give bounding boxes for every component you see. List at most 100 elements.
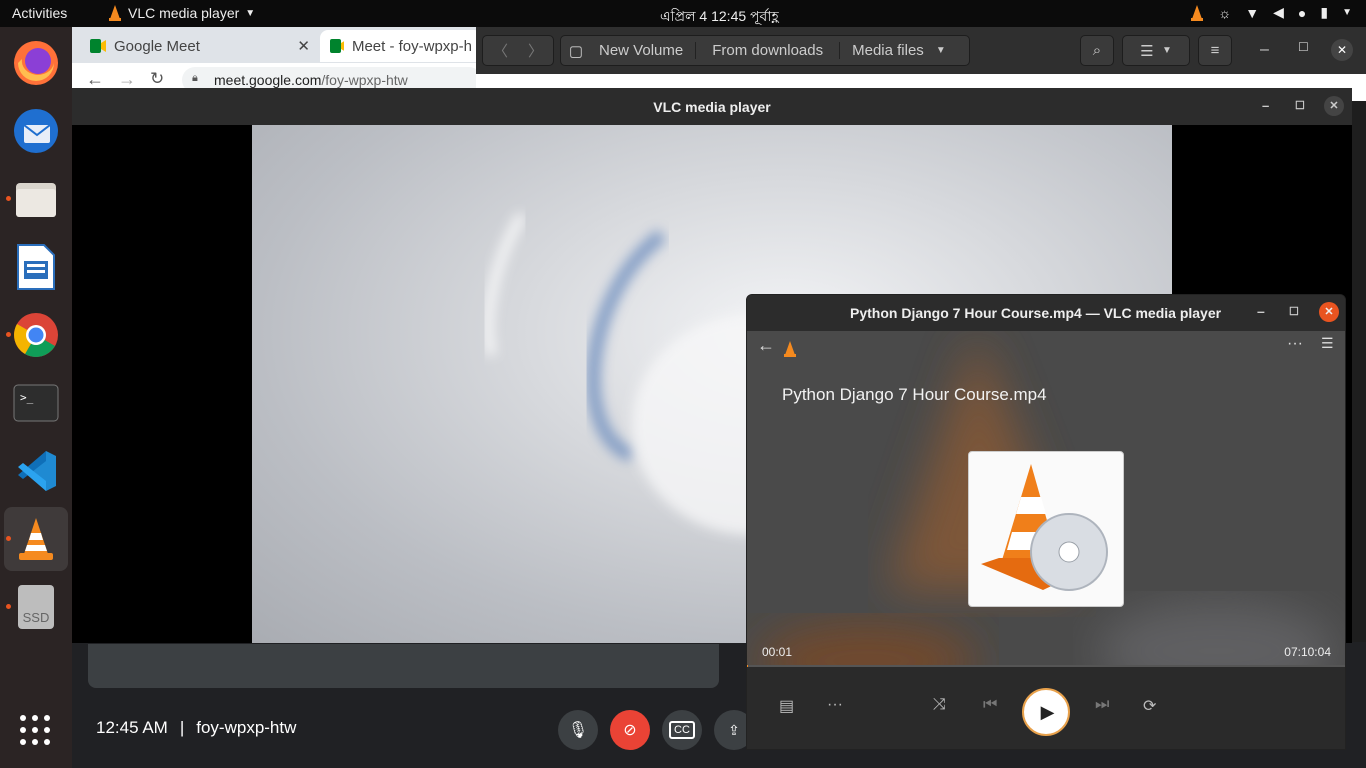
chat-panel <box>88 644 719 688</box>
next-icon[interactable]: ⏭︎ <box>1095 696 1109 714</box>
hamburger-icon: ≡ <box>1210 42 1220 59</box>
dock-item-ssd[interactable]: SSD <box>4 575 68 639</box>
playlist-icon[interactable]: ☰ <box>1321 335 1334 352</box>
minimize-icon[interactable]: – <box>1260 41 1269 59</box>
running-indicator <box>6 536 11 541</box>
close-icon[interactable]: ✕ <box>1324 96 1344 116</box>
microphone-icon: 🎙︎ <box>567 722 589 739</box>
forward-icon[interactable]: 〉 <box>518 40 553 61</box>
dock-item-vscode[interactable] <box>4 439 68 503</box>
repeat-icon[interactable]: ⟳ <box>1143 696 1156 716</box>
tab-meet-active[interactable]: Meet - foy-wpxp-h <box>320 30 482 62</box>
camera-off-icon: ⊘ <box>623 722 637 739</box>
files-icon <box>16 183 56 217</box>
vlc-logo-icon <box>784 341 796 357</box>
forward-icon[interactable]: → <box>118 69 136 90</box>
nav-back-forward[interactable]: 〈〉 <box>482 35 554 66</box>
maximize-icon[interactable]: ☐ <box>1289 305 1299 318</box>
maximize-icon[interactable]: ☐ <box>1295 99 1305 112</box>
running-indicator <box>6 604 11 609</box>
vlc-mini-window: Python Django 7 Hour Course.mp4 — VLC me… <box>746 294 1346 750</box>
chevron-down-icon[interactable]: ▼ <box>1342 7 1352 18</box>
chevron-down-icon[interactable]: ▼ <box>936 45 946 56</box>
dock-item-writer[interactable] <box>4 235 68 299</box>
window-titlebar[interactable]: VLC media player – ☐ ✕ <box>72 88 1352 125</box>
shuffle-icon[interactable]: ⤨ <box>933 696 946 714</box>
vscode-icon <box>18 451 56 491</box>
battery-icon[interactable]: ▮ <box>1320 4 1328 21</box>
subtitles-icon[interactable]: ▤ <box>779 696 794 716</box>
list-view-icon: ☰ <box>1140 42 1154 60</box>
back-icon[interactable]: ← <box>86 69 104 90</box>
menu-button[interactable]: ≡ <box>1198 35 1232 66</box>
player-controls: ▤ ··· ⤨ ⏮︎ ▶ ⏭︎ ⟳ <box>747 667 1345 749</box>
microphone-icon[interactable]: ● <box>1298 5 1306 21</box>
present-icon: ⇪ <box>728 721 740 738</box>
svg-text:>_: >_ <box>20 391 34 404</box>
album-art-background: ← ··· ☰ Python Django 7 Hour Course.mp4 … <box>747 331 1345 667</box>
ssd-drive-icon: SSD <box>18 585 54 629</box>
ssd-label: SSD <box>22 610 50 625</box>
activities-button[interactable]: Activities <box>12 5 67 21</box>
more-options-icon[interactable]: ··· <box>1287 335 1303 353</box>
captions-icon: CC <box>669 721 695 739</box>
top-bar: Activities VLC media player ▼ এপ্রিল 4 1… <box>0 0 1366 27</box>
vlc-tray-icon[interactable] <box>1190 4 1204 21</box>
dock-item-files[interactable] <box>4 167 68 231</box>
microphone-button[interactable]: 🎙︎ <box>558 710 598 750</box>
previous-icon[interactable]: ⏮︎ <box>983 696 997 714</box>
maximize-icon[interactable]: ☐ <box>1298 40 1309 54</box>
chevron-down-icon: ▼ <box>245 7 256 19</box>
dock-item-chrome[interactable] <box>4 303 68 367</box>
dock-item-firefox[interactable] <box>4 31 68 95</box>
back-icon[interactable]: 〈 <box>483 40 518 61</box>
separator: | <box>179 718 185 737</box>
total-duration: 07:10:04 <box>1284 645 1331 659</box>
vlc-icon <box>19 518 53 560</box>
dock-item-thunderbird[interactable] <box>4 99 68 163</box>
wifi-icon[interactable]: ▼ <box>1245 5 1259 21</box>
running-indicator <box>6 332 11 337</box>
google-meet-icon <box>330 39 344 53</box>
chevron-down-icon: ▼ <box>1161 45 1172 56</box>
close-icon[interactable]: ✕ <box>297 37 310 55</box>
clock[interactable]: এপ্রিল 4 12:45 পূর্বাহ্ণ <box>660 5 779 29</box>
more-icon[interactable]: ··· <box>827 696 843 714</box>
elapsed-time: 00:01 <box>762 645 793 659</box>
url-path: /foy-wpxp-htw <box>321 72 408 88</box>
close-icon[interactable]: ✕ <box>1319 302 1339 322</box>
dock-item-terminal[interactable]: >_ <box>4 371 68 435</box>
breadcrumb-media-files[interactable]: Media files <box>840 42 936 59</box>
browser-window: Google Meet ✕ Meet - foy-wpxp-h ← → ↻ 🔒︎… <box>72 27 482 97</box>
breadcrumb-from-downloads[interactable]: From downloads <box>696 42 841 59</box>
minimize-icon[interactable]: – <box>1262 98 1269 113</box>
terminal-icon: >_ <box>13 384 59 422</box>
camera-off-button[interactable]: ⊘ <box>610 710 650 750</box>
close-icon[interactable]: ✕ <box>1331 39 1353 61</box>
minimize-icon[interactable]: – <box>1257 303 1265 319</box>
view-options-button[interactable]: ☰ ▼ <box>1122 35 1190 66</box>
libreoffice-writer-icon <box>17 244 55 290</box>
tab-label: Google Meet <box>114 37 200 55</box>
play-button[interactable]: ▶ <box>1022 688 1070 736</box>
drive-icon: ▢ <box>568 42 584 60</box>
app-menu-label: VLC media player <box>128 5 240 21</box>
show-applications-button[interactable] <box>20 715 52 747</box>
window-titlebar[interactable]: Python Django 7 Hour Course.mp4 — VLC me… <box>747 295 1345 331</box>
brightness-icon[interactable]: ☼ <box>1218 5 1231 21</box>
dock: >_ SSD <box>0 27 72 768</box>
app-menu[interactable]: VLC media player ▼ <box>108 5 255 21</box>
breadcrumb-new-volume[interactable]: New Volume <box>591 42 697 59</box>
search-button[interactable]: ⌕ <box>1080 35 1114 66</box>
window-title: Python Django 7 Hour Course.mp4 — VLC me… <box>850 305 1222 321</box>
volume-icon[interactable]: ◀ <box>1273 4 1284 21</box>
dock-item-vlc[interactable] <box>4 507 68 571</box>
system-tray[interactable]: ☼ ▼ ◀ ● ▮ ▼ <box>1190 4 1352 21</box>
reload-icon[interactable]: ↻ <box>150 69 164 89</box>
thunderbird-icon <box>14 109 58 153</box>
vlc-small-icon <box>109 5 121 21</box>
tab-google-meet[interactable]: Google Meet ✕ <box>80 30 320 62</box>
captions-button[interactable]: CC <box>662 710 702 750</box>
breadcrumb: ▢ New Volume From downloads Media files … <box>560 35 970 66</box>
back-arrow-icon[interactable]: ← <box>757 335 775 356</box>
